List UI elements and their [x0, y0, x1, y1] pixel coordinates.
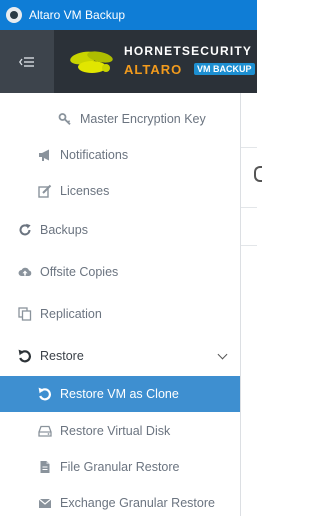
sidebar-item-master-encryption-key[interactable]: Master Encryption Key — [0, 101, 240, 137]
sidebar-item-label: Restore VM as Clone — [60, 387, 179, 401]
sidebar-nav: Master Encryption Key Notifications Lice… — [0, 93, 241, 516]
menu-toggle-button[interactable] — [0, 30, 54, 93]
sidebar-item-label: Replication — [40, 307, 102, 321]
sidebar-item-label: Restore — [40, 349, 84, 363]
undo-icon — [38, 387, 52, 401]
sidebar-item-label: File Granular Restore — [60, 460, 180, 474]
product-badge: VM BACKUP — [194, 63, 255, 75]
app-header: HORNETSECURITY ALTARO VM BACKUP — [0, 30, 257, 93]
sidebar-item-label: Offsite Copies — [40, 265, 119, 279]
sidebar-item-label: Restore Virtual Disk — [60, 424, 171, 438]
sidebar-item-restore-vm-as-clone[interactable]: Restore VM as Clone — [0, 376, 240, 412]
sidebar-item-offsite-copies[interactable]: Offsite Copies — [0, 254, 240, 290]
cloud-upload-icon — [18, 265, 32, 279]
hornet-logo-icon — [70, 51, 113, 73]
sidebar-item-label: Master Encryption Key — [80, 112, 206, 126]
copy-icon — [18, 307, 32, 321]
divider — [241, 147, 257, 148]
sidebar-item-label: Notifications — [60, 148, 129, 162]
key-icon — [58, 112, 72, 126]
collapse-menu-icon — [19, 56, 34, 67]
undo-icon — [18, 349, 32, 363]
sidebar-item-label: Exchange Granular Restore — [60, 496, 215, 510]
divider — [241, 207, 257, 208]
sidebar-item-licenses[interactable]: Licenses — [0, 173, 240, 209]
brand-logo: HORNETSECURITY ALTARO VM BACKUP — [66, 42, 257, 84]
sidebar-item-replication[interactable]: Replication — [0, 296, 240, 332]
window-title: Altaro VM Backup — [29, 8, 126, 22]
sidebar-item-restore[interactable]: Restore — [0, 338, 240, 374]
edit-icon — [38, 184, 52, 198]
sidebar-item-label: Backups — [40, 223, 88, 237]
file-icon — [38, 460, 52, 474]
megaphone-icon — [38, 148, 52, 162]
sidebar-item-backups[interactable]: Backups — [0, 212, 240, 248]
brand-name: HORNETSECURITY — [124, 44, 253, 58]
hard-drive-icon — [38, 424, 52, 438]
refresh-icon — [18, 223, 32, 237]
title-bar: Altaro VM Backup — [0, 0, 257, 30]
chevron-down-icon[interactable] — [217, 349, 228, 360]
product-brand: ALTARO — [124, 62, 183, 77]
envelope-icon — [38, 496, 52, 510]
main-content-edge — [241, 93, 262, 516]
sidebar-item-restore-virtual-disk[interactable]: Restore Virtual Disk — [0, 413, 240, 449]
partial-content-glyph — [254, 166, 262, 182]
sidebar-item-label: Licenses — [60, 184, 110, 198]
sidebar-item-file-granular-restore[interactable]: File Granular Restore — [0, 449, 240, 485]
divider — [241, 245, 257, 246]
sidebar-item-notifications[interactable]: Notifications — [0, 137, 240, 173]
app-logo-icon — [6, 7, 22, 23]
